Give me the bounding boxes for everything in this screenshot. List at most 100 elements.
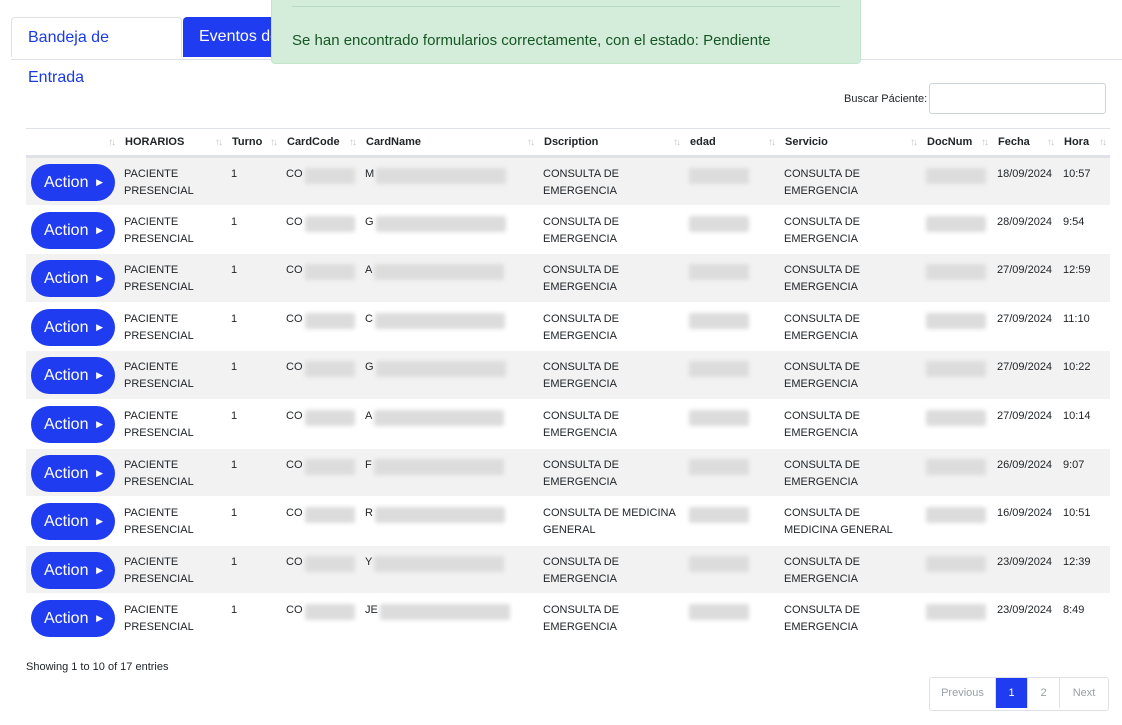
cell-text: CO (286, 312, 303, 325)
column-header-cardcode[interactable]: CardCode ↑↓ (281, 128, 360, 158)
cell-fecha: 23/09/2024 (992, 545, 1058, 595)
cell-text: 1 (231, 409, 238, 422)
cell-hora: 9:54 (1058, 205, 1110, 255)
toast-divider (292, 6, 840, 7)
cell-text: CO (286, 409, 303, 422)
redacted-value (689, 458, 749, 475)
cell-cardname: R (360, 496, 538, 546)
cell-hora: 10:51 (1058, 496, 1110, 546)
redacted-value (374, 264, 505, 281)
cell-text: 1 (231, 507, 238, 520)
table-row: Action ▶ PACIENTE PRESENCIAL 1 CO Y CONSULTA D… (26, 545, 1110, 595)
table-row: Action ▶ PACIENTE PRESENCIAL 1 CO F CONSULTA D… (26, 448, 1110, 498)
action-button[interactable]: Action ▶ (31, 308, 115, 346)
action-button[interactable]: Action ▶ (31, 454, 115, 492)
action-cell: Action ▶ (26, 156, 119, 206)
cell-text: CONSULTA DE EMERGENCIA (784, 264, 860, 294)
cell-turno: 1 (226, 205, 281, 255)
next-page-button[interactable]: Next (1060, 678, 1108, 708)
cell-text: CONSULTA DE MEDICINA GENERAL (543, 507, 676, 537)
action-button[interactable]: Action ▶ (31, 211, 115, 249)
column-header-edad[interactable]: edad ↑↓ (684, 128, 779, 158)
cell-text: 1 (231, 215, 238, 228)
action-cell: Action ▶ (26, 253, 119, 303)
search-input[interactable] (929, 83, 1106, 114)
redacted-value (926, 264, 986, 281)
redacted-value (304, 409, 355, 426)
cell-text: PACIENTE PRESENCIAL (124, 604, 194, 634)
action-button-label: Action (44, 561, 89, 579)
column-header-label: CardCode (287, 136, 340, 148)
cell-edad (684, 593, 779, 643)
redacted-value (304, 215, 355, 232)
redacted-value (689, 409, 749, 426)
redacted-value (926, 409, 986, 426)
cell-text: 27/09/2024 (997, 361, 1053, 374)
action-button[interactable]: Action ▶ (31, 260, 115, 298)
tab-bandeja-de-entrada[interactable]: Bandeja de Entrada (11, 17, 182, 86)
toast-message: Se han encontrado formularios correctame… (292, 32, 771, 49)
cell-text: A (365, 264, 373, 277)
cell-horarios: PACIENTE PRESENCIAL (119, 593, 226, 643)
cell-text: 10:51 (1063, 507, 1091, 520)
cell-text: CONSULTA DE EMERGENCIA (543, 168, 619, 197)
action-cell: Action ▶ (26, 350, 119, 400)
action-button[interactable]: Action ▶ (31, 164, 115, 201)
column-header-action[interactable]: ↑↓ (26, 128, 119, 158)
action-cell: Action ▶ (26, 302, 119, 352)
cell-docnum (921, 593, 992, 643)
sort-arrows-icon: ↑↓ (349, 137, 357, 148)
redacted-value (304, 312, 355, 329)
redacted-value (374, 312, 505, 329)
cell-text: CONSULTA DE EMERGENCIA (784, 361, 860, 391)
previous-page-button[interactable]: Previous (930, 678, 996, 708)
action-button[interactable]: Action ▶ (31, 551, 115, 589)
cell-dscription: CONSULTA DE EMERGENCIA (538, 593, 684, 643)
page-2-button[interactable]: 2 (1028, 678, 1060, 708)
action-button-label: Action (44, 464, 89, 482)
column-header-hora[interactable]: Hora ↑↓ (1058, 128, 1110, 158)
column-header-horarios[interactable]: HORARIOS ↑↓ (119, 128, 226, 158)
cell-turno: 1 (226, 399, 281, 449)
cell-text: 1 (231, 361, 238, 374)
action-button[interactable]: Action ▶ (31, 357, 115, 395)
action-button[interactable]: Action ▶ (31, 600, 115, 638)
action-button[interactable]: Action ▶ (31, 503, 115, 541)
cell-text: PACIENTE PRESENCIAL (124, 409, 194, 439)
cell-text: CONSULTA DE EMERGENCIA (784, 168, 860, 197)
column-header-dscription[interactable]: Dscription ↑↓ (538, 128, 684, 158)
cell-turno: 1 (226, 593, 281, 643)
column-header-turno[interactable]: Turno ↑↓ (226, 128, 281, 158)
page-1-button[interactable]: 1 (996, 678, 1028, 708)
column-header-cardname[interactable]: CardName ↑↓ (360, 128, 538, 158)
cell-text: 18/09/2024 (997, 168, 1053, 180)
cell-edad (684, 205, 779, 255)
cell-hora: 12:59 (1058, 253, 1110, 303)
table-row: Action ▶ PACIENTE PRESENCIAL 1 CO G CONSULTA D… (26, 205, 1110, 255)
cell-cardname: A (360, 399, 538, 449)
column-header-fecha[interactable]: Fecha ↑↓ (992, 128, 1058, 158)
cell-text: 16/09/2024 (997, 507, 1053, 520)
cell-text: CONSULTA DE EMERGENCIA (543, 604, 619, 634)
cell-text: 8:49 (1063, 604, 1085, 617)
caret-right-icon: ▶ (96, 370, 103, 381)
table-row: Action ▶ PACIENTE PRESENCIAL 1 CO C CONSULTA D… (26, 302, 1110, 352)
sort-arrows-icon: ↑↓ (910, 137, 918, 148)
column-header-label: DocNum (927, 136, 973, 148)
cell-text: 10:57 (1063, 168, 1091, 180)
column-header-label: Hora (1064, 136, 1090, 148)
column-header-servicio[interactable]: Servicio ↑↓ (779, 128, 921, 158)
cell-hora: 10:22 (1058, 350, 1110, 400)
cell-text: CONSULTA DE EMERGENCIA (543, 215, 619, 245)
cell-cardcode: CO (281, 545, 360, 595)
cell-cardcode: CO (281, 593, 360, 643)
column-header-docnum[interactable]: DocNum ↑↓ (921, 128, 992, 158)
sort-arrows-icon: ↑↓ (1047, 137, 1055, 148)
cell-cardname: A (360, 253, 538, 303)
cell-edad (684, 545, 779, 595)
action-button-label: Action (44, 318, 89, 336)
caret-right-icon: ▶ (96, 224, 103, 235)
cell-text: F (365, 458, 372, 471)
table-row: Action ▶ PACIENTE PRESENCIAL 1 CO M CONSULTA D… (26, 156, 1110, 206)
action-button[interactable]: Action ▶ (31, 405, 115, 443)
